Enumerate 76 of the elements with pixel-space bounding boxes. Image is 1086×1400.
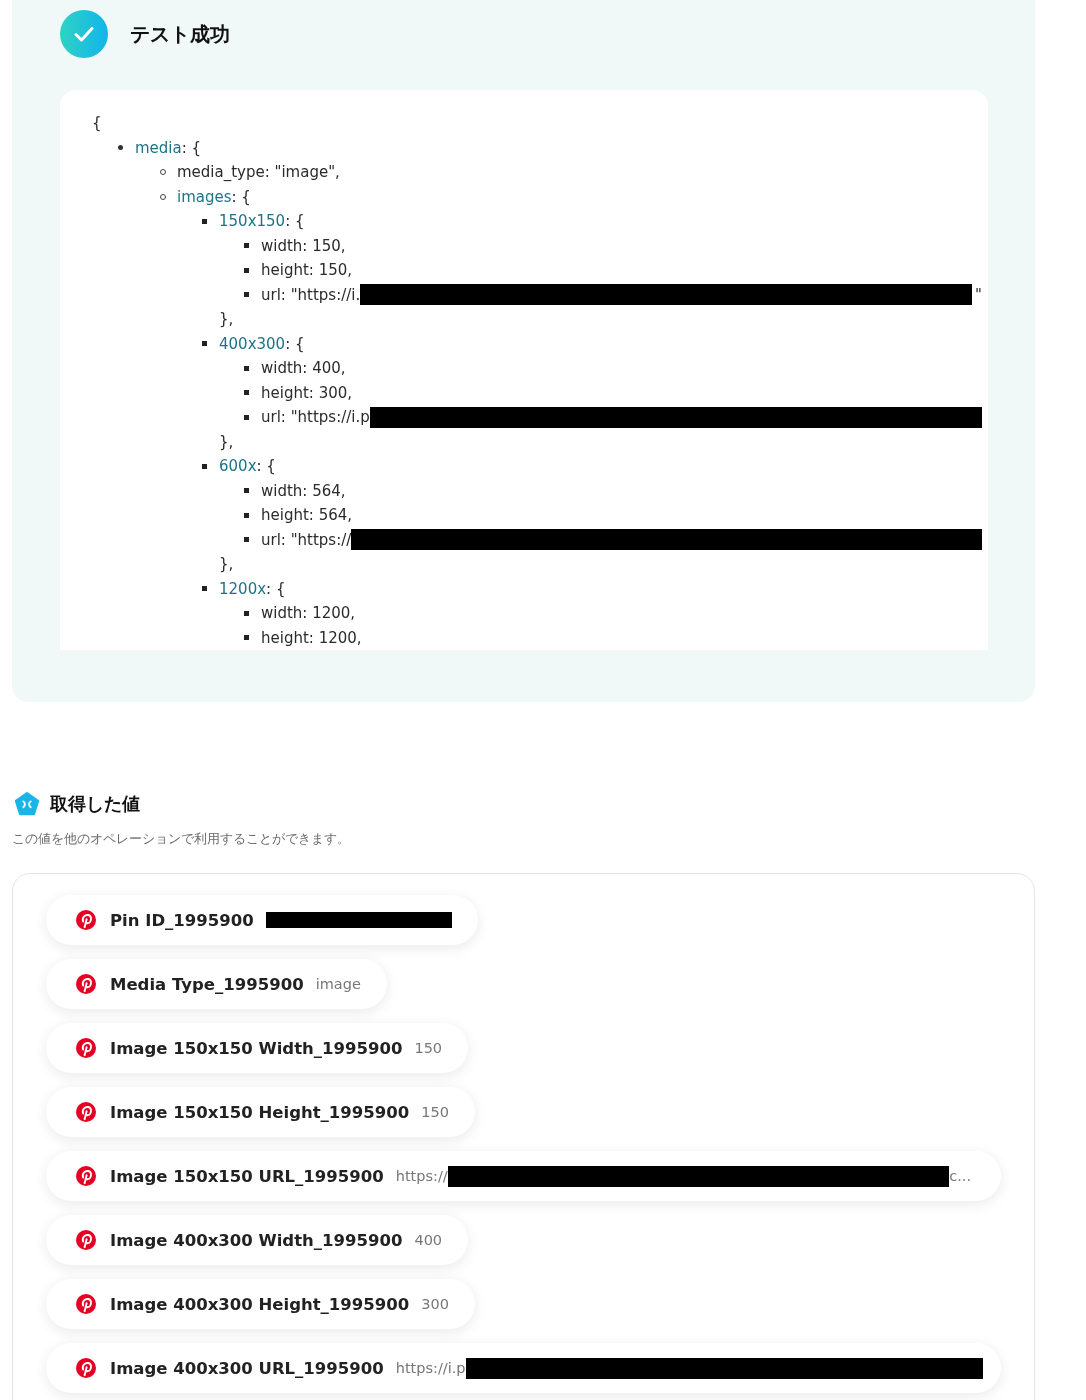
- bullet-icon: [244, 365, 249, 371]
- chip-value: https://: [395, 1168, 448, 1184]
- bullet-icon: [244, 243, 249, 249]
- bullet-icon: [202, 218, 207, 224]
- bullet-icon: [244, 414, 249, 420]
- code-line: height: 300,: [261, 382, 353, 403]
- chip-label: Media Type_1995900: [110, 974, 304, 994]
- code-line: 400x300: {: [219, 333, 305, 354]
- p-logo-icon: [76, 1038, 96, 1058]
- p-logo-icon: [76, 1102, 96, 1122]
- code-text: ": [975, 284, 982, 305]
- p-logo-icon: [76, 910, 96, 930]
- chip-value: 300: [421, 1296, 449, 1312]
- p-logo-icon: [76, 1230, 96, 1250]
- chip-value: 150: [421, 1104, 449, 1120]
- code-line: },: [219, 554, 234, 575]
- chip-label: Image 400x300 URL_1995900: [110, 1358, 384, 1378]
- chip-label: Image 150x150 Height_1995900: [110, 1102, 410, 1122]
- code-line: height: 564,: [261, 505, 353, 526]
- value-chip[interactable]: Pin ID_1995900: [46, 895, 478, 945]
- bullet-icon: [244, 292, 249, 298]
- code-line: url: "https://: [261, 529, 352, 550]
- section-title: 取得した値: [50, 791, 140, 816]
- code-line: media: {: [135, 137, 202, 158]
- code-line: width: 564,: [261, 480, 346, 501]
- code-line: media_type: "image",: [177, 162, 340, 183]
- p-logo-icon: [76, 1294, 96, 1314]
- status-title: テスト成功: [130, 20, 230, 48]
- check-icon: [60, 10, 108, 58]
- chip-value: 150: [414, 1040, 443, 1056]
- bullet-icon: [244, 488, 249, 494]
- chip-label: Image 150x150 URL_1995900: [110, 1166, 384, 1186]
- bullet-icon: [202, 341, 207, 347]
- bullet-icon: [202, 463, 207, 469]
- bullet-icon: [244, 537, 249, 543]
- code-line: width: 1200,: [261, 603, 356, 624]
- code-line: {: [92, 113, 102, 134]
- chip-label: Image 400x300 Height_1995900: [110, 1294, 410, 1314]
- chip-value: https://i.p: [395, 1360, 466, 1376]
- code-line: url: "https://i.: [261, 284, 361, 305]
- p-logo-icon: [76, 974, 96, 994]
- bullet-icon: [202, 586, 207, 592]
- value-chip[interactable]: Media Type_1995900 image: [46, 959, 387, 1009]
- bullet-icon: [244, 267, 249, 273]
- section-subtitle: この値を他のオペレーションで利用することができます。: [12, 830, 351, 848]
- bullet-icon: [244, 512, 249, 518]
- chip-value: image: [315, 976, 361, 992]
- code-line: 600x: {: [219, 456, 276, 477]
- value-chip[interactable]: Image 150x150 URL_1995900 https:// c...: [46, 1151, 1001, 1201]
- bullet-icon: [244, 635, 249, 641]
- chip-value: c...: [949, 1168, 971, 1184]
- code-line: },: [219, 431, 234, 452]
- chip-label: Image 400x300 Width_1995900: [110, 1230, 403, 1250]
- p-logo-icon: [76, 1166, 96, 1186]
- bullet-icon: [244, 610, 249, 616]
- code-line: images: {: [177, 186, 251, 207]
- bullet-icon: [244, 390, 249, 396]
- value-chip[interactable]: Image 150x150 Width_1995900 150: [46, 1023, 469, 1073]
- chip-label: Pin ID_1995900: [110, 910, 254, 930]
- code-line: height: 1200,: [261, 627, 362, 648]
- value-chip[interactable]: Image 400x300 Width_1995900 400: [46, 1215, 469, 1265]
- code-line: url: "https://i.p: [261, 407, 370, 428]
- code-line: },: [219, 309, 234, 330]
- code-line: width: 400,: [261, 358, 346, 379]
- code-line: height: 150,: [261, 260, 353, 281]
- value-chip[interactable]: Image 400x300 Height_1995900 300: [46, 1279, 475, 1329]
- bullet-icon: [118, 145, 123, 151]
- code-line: 1200x: {: [219, 578, 286, 599]
- p-logo-icon: [76, 1358, 96, 1378]
- pentagon-icon: [14, 790, 40, 817]
- chip-label: Image 150x150 Width_1995900: [110, 1038, 403, 1058]
- chip-value: 400: [414, 1232, 443, 1248]
- code-line: width: 150,: [261, 235, 346, 256]
- value-chip[interactable]: Image 400x300 URL_1995900 https://i.p: [46, 1343, 1001, 1393]
- code-line: 150x150: {: [219, 211, 305, 232]
- value-chip[interactable]: Image 150x150 Height_1995900 150: [46, 1087, 475, 1137]
